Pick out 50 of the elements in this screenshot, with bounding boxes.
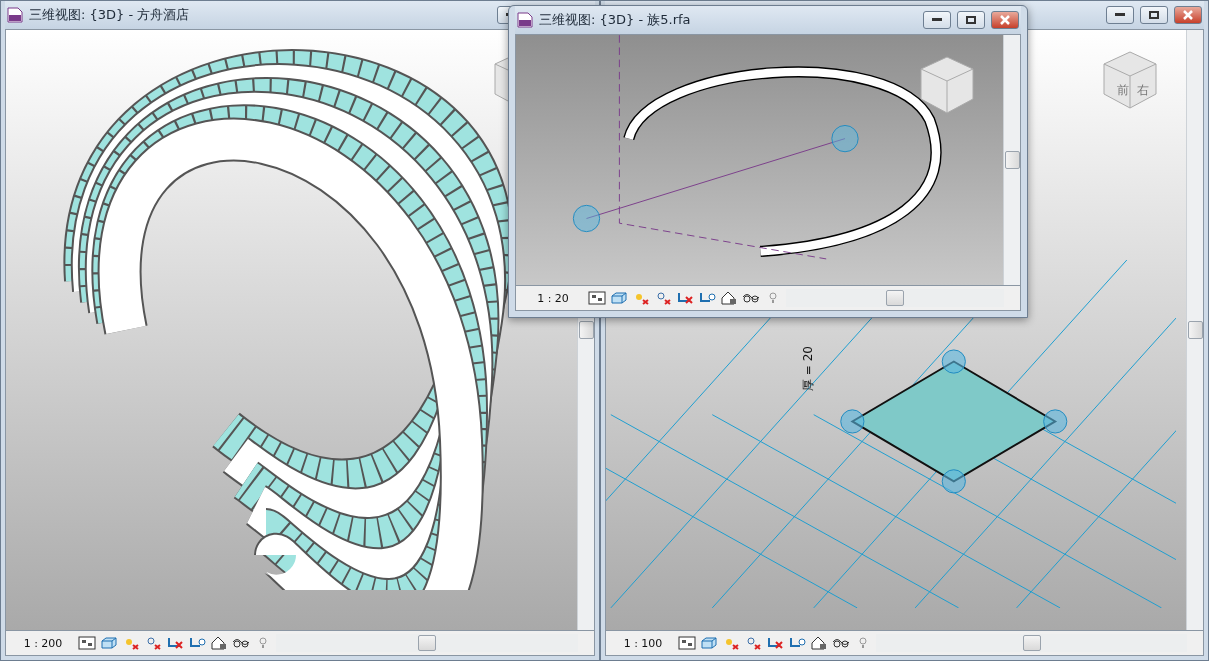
glasses-icon[interactable]	[742, 291, 760, 305]
cube-icon[interactable]	[100, 636, 118, 650]
document-icon	[7, 7, 23, 23]
horizontal-scrollbar[interactable]	[786, 289, 1004, 307]
reference-point-marker[interactable]	[572, 204, 601, 233]
scrollbar-thumb[interactable]	[1022, 635, 1041, 651]
viewport[interactable]	[515, 34, 1021, 286]
reference-point-marker[interactable]	[941, 349, 966, 374]
scrollbar-thumb[interactable]	[1004, 151, 1020, 169]
house-lock-icon[interactable]	[720, 291, 738, 305]
maximize-icon	[1149, 11, 1159, 19]
minimize-button[interactable]	[1106, 6, 1134, 24]
scale-label[interactable]: 1 : 100	[612, 636, 674, 650]
grid-icon[interactable]	[678, 636, 696, 650]
maximize-button[interactable]	[1140, 6, 1168, 24]
cube-icon[interactable]	[700, 636, 718, 650]
scale-label[interactable]: 1 : 200	[12, 636, 74, 650]
vertical-scrollbar[interactable]	[1186, 30, 1203, 630]
reference-point-marker[interactable]	[831, 124, 859, 153]
scrollbar-thumb[interactable]	[578, 321, 594, 339]
grid-icon[interactable]	[78, 636, 96, 650]
cube-icon[interactable]	[610, 291, 628, 305]
reference-point-marker[interactable]	[840, 409, 865, 434]
close-button[interactable]	[991, 11, 1019, 29]
close-icon	[1000, 15, 1010, 25]
minimize-icon	[932, 18, 942, 22]
maximize-icon	[966, 16, 976, 24]
grid-icon[interactable]	[588, 291, 606, 305]
horizontal-scrollbar[interactable]	[276, 634, 578, 652]
house-lock-icon[interactable]	[810, 636, 828, 650]
maximize-button[interactable]	[957, 11, 985, 29]
minimize-button[interactable]	[923, 11, 951, 29]
document-icon	[517, 12, 533, 28]
vertical-scrollbar[interactable]	[1003, 35, 1020, 285]
house-lock-icon[interactable]	[210, 636, 228, 650]
reference-point-marker[interactable]	[941, 469, 966, 494]
window-title: 三维视图: {3D} - 族5.rfa	[539, 11, 692, 29]
scrollbar-thumb[interactable]	[1187, 321, 1203, 339]
glasses-icon[interactable]	[232, 636, 250, 650]
glasses-icon[interactable]	[832, 636, 850, 650]
close-icon	[1183, 10, 1193, 20]
scale-label[interactable]: 1 : 20	[522, 291, 584, 305]
dimension-label: 厚 = 20	[800, 346, 816, 391]
horizontal-scrollbar[interactable]	[876, 634, 1187, 652]
reference-point-marker[interactable]	[1043, 409, 1068, 434]
scrollbar-thumb[interactable]	[418, 635, 436, 651]
window-title: 三维视图: {3D} - 方舟酒店	[29, 6, 191, 24]
scrollbar-thumb[interactable]	[886, 290, 904, 306]
minimize-icon	[1115, 13, 1125, 17]
close-button[interactable]	[1174, 6, 1202, 24]
